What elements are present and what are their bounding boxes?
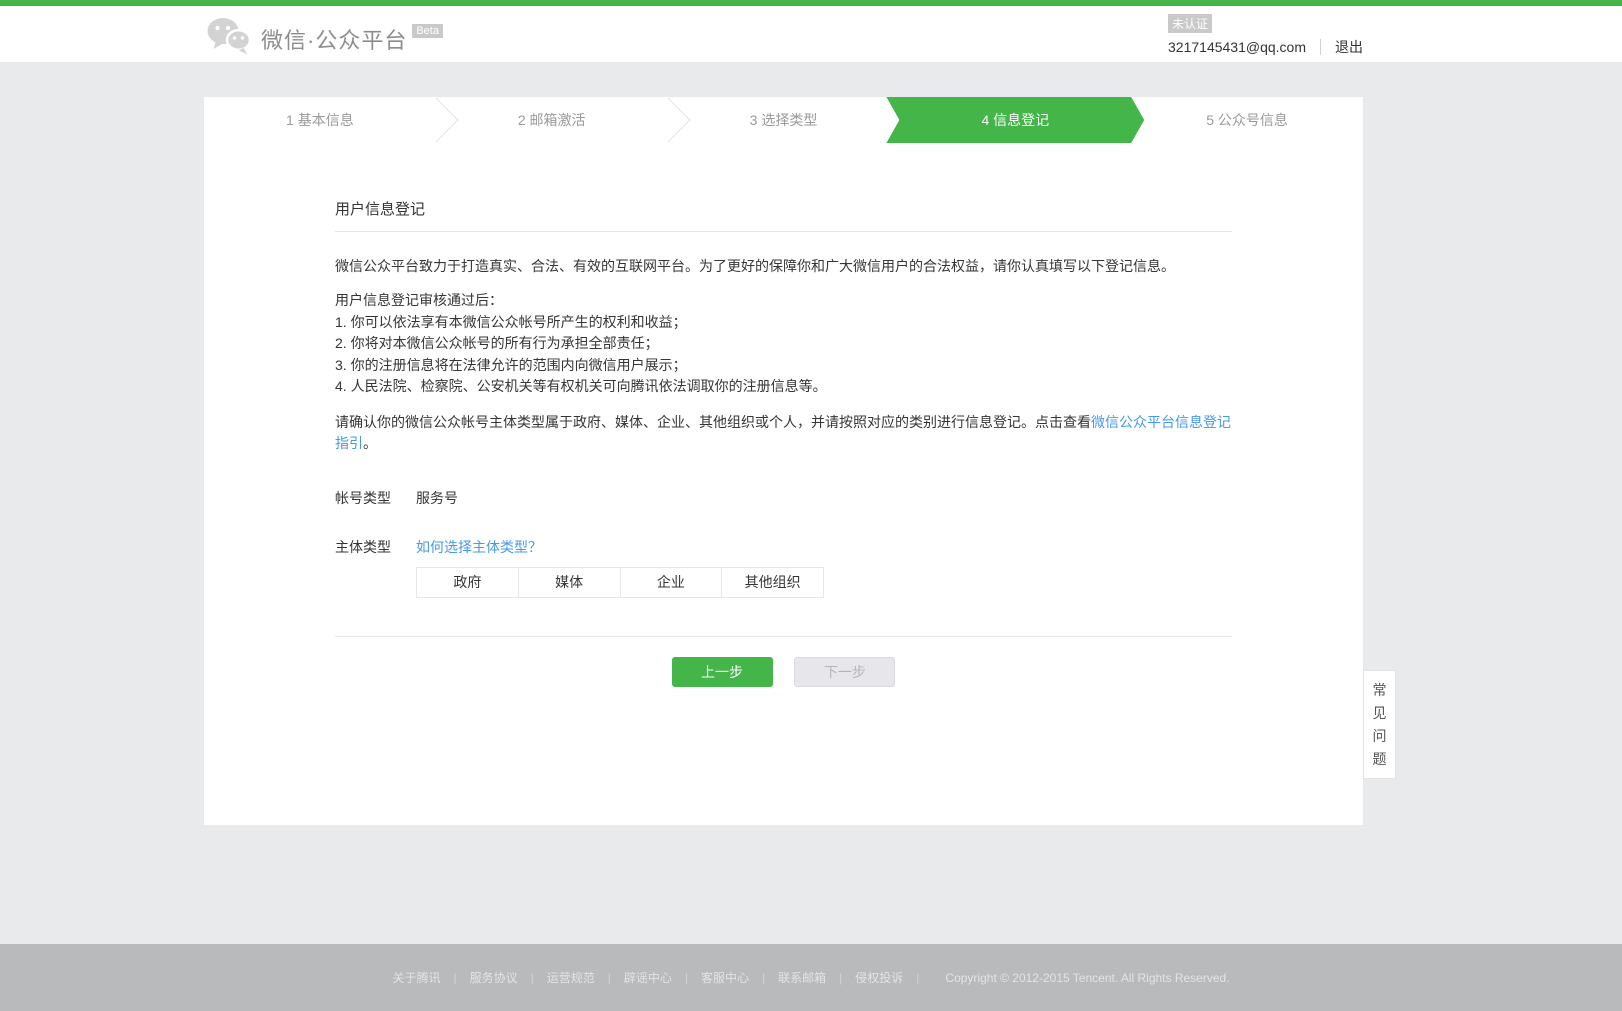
faq-char: 问 <box>1373 729 1387 743</box>
subject-type-tabs: 政府 媒体 企业 其他组织 <box>416 567 824 598</box>
header-divider <box>1320 39 1321 55</box>
footer-link-infringement-complaint[interactable]: 侵权投诉 <box>855 969 903 986</box>
account-email: 3217145431@qq.com <box>1168 39 1306 55</box>
footer-link-customer-service[interactable]: 客服中心 <box>701 969 749 986</box>
next-step-button[interactable]: 下一步 <box>794 657 895 687</box>
subject-type-help-link[interactable]: 如何选择主体类型？ <box>416 537 542 557</box>
tab-media[interactable]: 媒体 <box>519 567 621 598</box>
faq-char: 常 <box>1373 683 1387 697</box>
beta-badge: Beta <box>412 24 443 38</box>
subject-type-row: 主体类型 如何选择主体类型？ <box>335 537 1232 557</box>
step-account-info: 5 公众号信息 <box>1131 97 1363 143</box>
header: 微信·公众平台 Beta 未认证 3217145431@qq.com 退出 <box>0 6 1622 62</box>
tab-government[interactable]: 政府 <box>416 567 519 598</box>
confirm-text: 请确认你的微信公众帐号主体类型属于政府、媒体、企业、其他组织或个人，并请按照对应… <box>335 414 1091 430</box>
tab-other-organization[interactable]: 其他组织 <box>722 567 824 598</box>
logout-link[interactable]: 退出 <box>1335 37 1363 57</box>
verification-status-badge: 未认证 <box>1168 14 1212 33</box>
account-type-label: 帐号类型 <box>335 488 416 508</box>
copyright-text: Copyright © 2012-2015 Tencent. All Right… <box>945 971 1229 985</box>
list-item: 1. 你可以依法享有本微信公众帐号所产生的权利和收益； <box>335 312 1232 334</box>
footer-separator: | <box>453 971 456 985</box>
audit-list: 用户信息登记审核通过后： 1. 你可以依法享有本微信公众帐号所产生的权利和收益；… <box>335 290 1232 398</box>
faq-char: 见 <box>1373 706 1387 720</box>
footer-link-about-tencent[interactable]: 关于腾讯 <box>392 969 440 986</box>
account-area: 未认证 3217145431@qq.com 退出 <box>1168 14 1363 57</box>
confirm-text-end: 。 <box>363 435 377 451</box>
list-item: 3. 你的注册信息将在法律允许的范围内向微信用户展示； <box>335 355 1232 377</box>
subject-type-label: 主体类型 <box>335 537 416 557</box>
section-title: 用户信息登记 <box>335 198 1232 232</box>
step-basic-info: 1 基本信息 <box>204 97 436 143</box>
wechat-logo-icon <box>207 16 251 61</box>
audit-list-intro: 用户信息登记审核通过后： <box>335 290 1232 312</box>
content-area: 用户信息登记 微信公众平台致力于打造真实、合法、有效的互联网平台。为了更好的保障… <box>335 198 1232 687</box>
footer: 关于腾讯 | 服务协议 | 运营规范 | 辟谣中心 | 客服中心 | 联系邮箱 … <box>0 944 1622 1011</box>
wizard-steps: 1 基本信息 2 邮箱激活 3 选择类型 4 信息登记 5 公众号信息 <box>204 97 1363 143</box>
main-card: 1 基本信息 2 邮箱激活 3 选择类型 4 信息登记 5 公众号信息 用户信息… <box>204 97 1363 825</box>
account-type-row: 帐号类型 服务号 <box>335 488 1232 508</box>
prev-step-button[interactable]: 上一步 <box>672 657 773 687</box>
intro-paragraph: 微信公众平台致力于打造真实、合法、有效的互联网平台。为了更好的保障你和广大微信用… <box>335 256 1232 277</box>
footer-link-contact-email[interactable]: 联系邮箱 <box>778 969 826 986</box>
footer-separator: | <box>685 971 688 985</box>
footer-separator: | <box>762 971 765 985</box>
footer-link-operation-rules[interactable]: 运营规范 <box>547 969 595 986</box>
footer-separator: | <box>916 971 919 985</box>
list-item: 2. 你将对本微信公众帐号的所有行为承担全部责任； <box>335 333 1232 355</box>
footer-separator: | <box>839 971 842 985</box>
account-type-value: 服务号 <box>416 488 458 508</box>
list-item: 4. 人民法院、检察院、公安机关等有权机关可向腾讯依法调取你的注册信息等。 <box>335 376 1232 398</box>
page-title: 微信·公众平台 <box>261 23 407 55</box>
tab-enterprise[interactable]: 企业 <box>621 567 723 598</box>
footer-separator: | <box>531 971 534 985</box>
confirm-paragraph: 请确认你的微信公众帐号主体类型属于政府、媒体、企业、其他组织或个人，并请按照对应… <box>335 412 1232 455</box>
step-email-activation: 2 邮箱激活 <box>436 97 668 143</box>
footer-link-service-agreement[interactable]: 服务协议 <box>470 969 518 986</box>
content-divider <box>335 636 1232 637</box>
faq-char: 题 <box>1373 752 1387 766</box>
step-choose-type: 3 选择类型 <box>668 97 900 143</box>
footer-separator: | <box>608 971 611 985</box>
step-info-registration-active: 4 信息登记 <box>899 97 1131 143</box>
header-brand: 微信·公众平台 Beta <box>207 16 443 61</box>
footer-link-rumor-center[interactable]: 辟谣中心 <box>624 969 672 986</box>
faq-side-tab[interactable]: 常 见 问 题 <box>1363 670 1396 779</box>
button-row: 上一步 下一步 <box>335 657 1232 687</box>
